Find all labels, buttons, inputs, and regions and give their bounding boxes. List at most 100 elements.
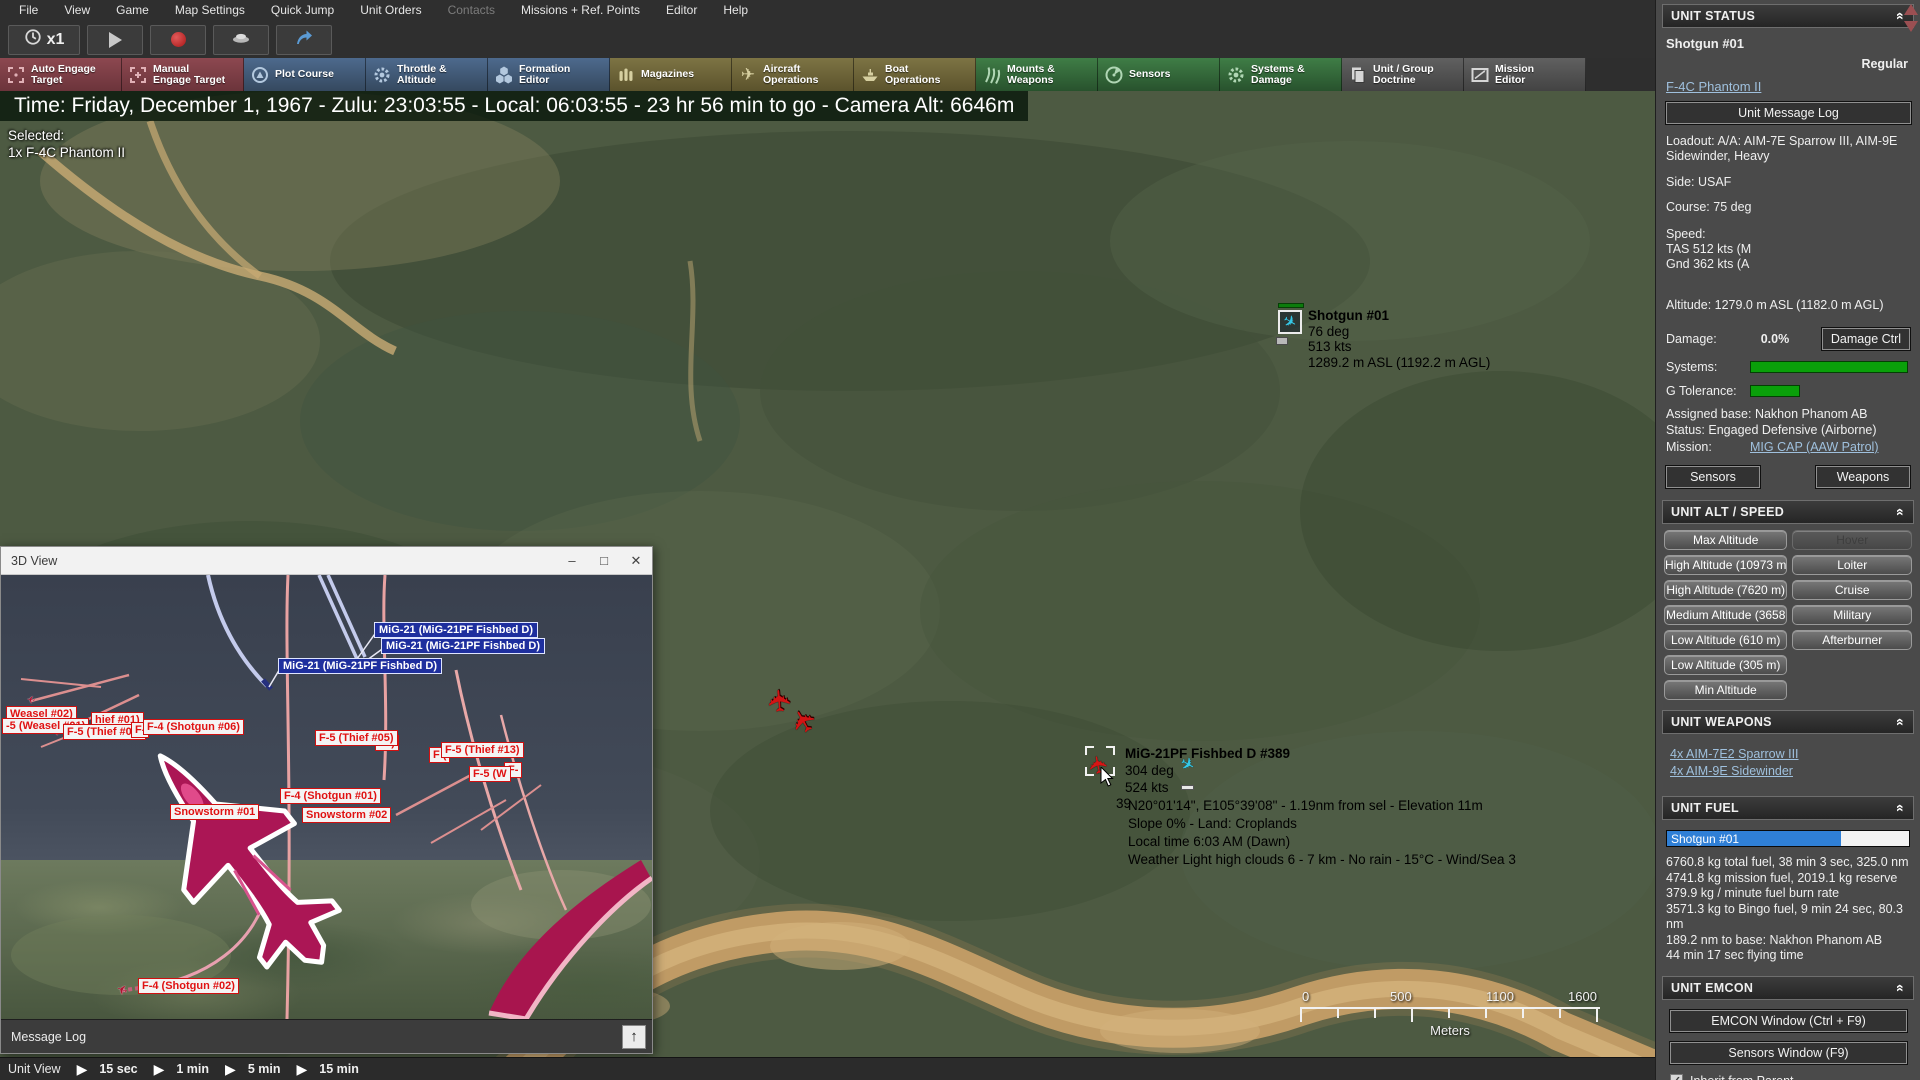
interval-1min[interactable]: 1 min bbox=[176, 1062, 209, 1076]
min-altitude-button[interactable]: Min Altitude bbox=[1664, 680, 1788, 700]
record-button[interactable] bbox=[150, 24, 206, 55]
medium-altitude-button[interactable]: Medium Altitude (3658 bbox=[1664, 605, 1788, 625]
friendly-unit-icon[interactable]: ✈ bbox=[1278, 310, 1302, 334]
jump-to-button[interactable] bbox=[276, 24, 332, 55]
mission-editor-icon bbox=[1470, 65, 1490, 85]
menu-help[interactable]: Help bbox=[710, 0, 761, 21]
sensors-button[interactable]: Sensors bbox=[1665, 465, 1761, 489]
menu-map-settings[interactable]: Map Settings bbox=[162, 0, 258, 21]
menu-game[interactable]: Game bbox=[103, 0, 162, 21]
formation-editor-button[interactable]: Formation Editor bbox=[488, 58, 610, 91]
unit-name: Shotgun #01 bbox=[1666, 36, 1745, 51]
damage-value: 0.0% bbox=[1760, 332, 1790, 346]
collapse-chevron-icon[interactable]: « bbox=[1893, 804, 1909, 812]
time-compression-button[interactable]: x1 bbox=[8, 24, 80, 55]
weapons-button[interactable]: Weapons bbox=[1815, 465, 1911, 489]
scale-tick-label: 0 bbox=[1302, 989, 1310, 1004]
high-altitude-10973-button[interactable]: High Altitude (10973 m bbox=[1664, 555, 1788, 575]
collapse-chevron-icon[interactable]: « bbox=[1893, 508, 1909, 516]
window-title: 3D View bbox=[11, 553, 58, 568]
menu-editor[interactable]: Editor bbox=[653, 0, 710, 21]
damage-ctrl-button[interactable]: Damage Ctrl bbox=[1821, 327, 1911, 351]
plot-course-button[interactable]: Plot Course bbox=[244, 58, 366, 91]
menu-unit-orders[interactable]: Unit Orders bbox=[347, 0, 434, 21]
play-arrow-icon: ▶ bbox=[153, 1060, 165, 1077]
expand-message-log-button[interactable]: ↑ bbox=[622, 1024, 646, 1049]
magazines-button[interactable]: Magazines bbox=[610, 58, 732, 91]
3d-view-window[interactable]: 3D View – □ ✕ ✈ ✈ MiG-21 (MiG-21PF Fishb… bbox=[0, 546, 653, 1054]
gear-icon bbox=[1226, 65, 1246, 85]
3d-view-titlebar[interactable]: 3D View – □ ✕ bbox=[1, 547, 652, 575]
throttle-altitude-button[interactable]: Throttle & Altitude bbox=[366, 58, 488, 91]
close-button[interactable]: ✕ bbox=[620, 547, 652, 575]
tactical-map[interactable]: Time: Friday, December 1, 1967 - Zulu: 2… bbox=[0, 91, 1655, 1057]
menu-quick-jump[interactable]: Quick Jump bbox=[258, 0, 347, 21]
menu-view[interactable]: View bbox=[51, 0, 103, 21]
play-button[interactable] bbox=[87, 24, 143, 55]
interval-15sec[interactable]: 15 sec bbox=[99, 1062, 137, 1076]
boat-operations-button[interactable]: Boat Operations bbox=[854, 58, 976, 91]
inherit-from-parent-row[interactable]: ✓ Inherit from Parent bbox=[1670, 1074, 1906, 1080]
minimize-button[interactable]: – bbox=[556, 547, 588, 575]
3d-label-thief13: F-5 (Thief #13) bbox=[441, 742, 524, 758]
btn-line: Doctrine bbox=[1373, 73, 1416, 86]
tooltip-local-time: Local time 6:03 AM (Dawn) bbox=[1128, 834, 1291, 849]
systems-damage-button[interactable]: Systems & Damage bbox=[1220, 58, 1342, 91]
hostile-aircraft-icon[interactable]: ✈ bbox=[762, 686, 799, 715]
sensors-button-ribbon[interactable]: Sensors bbox=[1098, 58, 1220, 91]
aircraft-operations-button[interactable]: ✈ Aircraft Operations bbox=[732, 58, 854, 91]
btn-line: Target bbox=[31, 73, 63, 86]
mounts-weapons-button[interactable]: Mounts & Weapons bbox=[976, 58, 1098, 91]
unit-status-header[interactable]: UNIT STATUS « bbox=[1662, 4, 1914, 28]
unit-fuel-header[interactable]: UNIT FUEL « bbox=[1662, 796, 1914, 820]
recorder-icon bbox=[231, 27, 251, 52]
afterburner-button[interactable]: Afterburner bbox=[1792, 630, 1912, 650]
contact-course: 304 deg bbox=[1125, 763, 1174, 778]
weapon-link-aim7[interactable]: 4x AIM-7E2 Sparrow III bbox=[1670, 747, 1799, 761]
speed-label: Speed: bbox=[1666, 227, 1706, 241]
interval-15min[interactable]: 15 min bbox=[319, 1062, 359, 1076]
maximize-button[interactable]: □ bbox=[588, 547, 620, 575]
menu-file[interactable]: File bbox=[6, 0, 51, 21]
military-button[interactable]: Military bbox=[1792, 605, 1912, 625]
loiter-button[interactable]: Loiter bbox=[1792, 555, 1912, 575]
unit-emcon-header[interactable]: UNIT EMCON « bbox=[1662, 975, 1914, 1000]
checkbox-checked-icon[interactable]: ✓ bbox=[1670, 1074, 1683, 1080]
cruise-button[interactable]: Cruise bbox=[1792, 580, 1912, 600]
unit-message-log-button[interactable]: Unit Message Log bbox=[1665, 101, 1912, 125]
unit-data-label: Shotgun #01 76 deg 513 kts 1289.2 m ASL … bbox=[1308, 308, 1490, 370]
collapse-chevron-icon[interactable]: « bbox=[1893, 984, 1909, 992]
max-altitude-button[interactable]: Max Altitude bbox=[1664, 530, 1788, 550]
emcon-window-button[interactable]: EMCON Window (Ctrl + F9) bbox=[1669, 1008, 1908, 1033]
unit-weapons-header[interactable]: UNIT WEAPONS « bbox=[1662, 710, 1914, 734]
mission-link[interactable]: MIG CAP (AAW Patrol) bbox=[1750, 440, 1879, 454]
high-altitude-7620-button[interactable]: High Altitude (7620 m) bbox=[1664, 580, 1788, 600]
scroll-down-icon[interactable] bbox=[1904, 21, 1918, 32]
unit-type-link[interactable]: F-4C Phantom II bbox=[1666, 79, 1910, 94]
altitude-text: Altitude: 1279.0 m ASL (1182.0 m AGL) bbox=[1666, 298, 1884, 312]
collapse-chevron-icon[interactable]: « bbox=[1893, 718, 1909, 726]
scale-unit-label: Meters bbox=[1430, 1023, 1470, 1038]
interval-5min[interactable]: 5 min bbox=[248, 1062, 281, 1076]
radar-icon bbox=[1104, 65, 1124, 85]
sidebar-scrollbar[interactable] bbox=[1904, 4, 1918, 38]
unit-name: Shotgun #01 bbox=[1308, 308, 1390, 323]
low-altitude-305-button[interactable]: Low Altitude (305 m) bbox=[1664, 655, 1788, 675]
auto-engage-target-button[interactable]: Auto Engage Target bbox=[0, 58, 122, 91]
unit-group-doctrine-button[interactable]: Unit / Group Doctrine bbox=[1342, 58, 1464, 91]
recorder-button[interactable] bbox=[213, 24, 269, 55]
sensors-window-button[interactable]: Sensors Window (F9) bbox=[1669, 1040, 1908, 1065]
btn-line: Mounts & bbox=[1007, 62, 1055, 75]
btn-line: Operations bbox=[763, 73, 819, 86]
btn-line: Unit / Group bbox=[1373, 62, 1434, 75]
unit-alt-speed-header[interactable]: UNIT ALT / SPEED « bbox=[1662, 500, 1914, 524]
section-title: UNIT EMCON bbox=[1671, 980, 1754, 995]
manual-engage-target-button[interactable]: Manual Engage Target bbox=[122, 58, 244, 91]
collapse-chevron-icon[interactable]: « bbox=[1893, 12, 1909, 20]
low-altitude-610-button[interactable]: Low Altitude (610 m) bbox=[1664, 630, 1788, 650]
damage-row: Damage: 0.0% Damage Ctrl bbox=[1666, 327, 1911, 351]
mission-editor-button[interactable]: Mission Editor bbox=[1464, 58, 1586, 91]
3d-viewport[interactable]: ✈ ✈ ✈ MiG-21 (MiG-21PF Fishbed D) MiG-21… bbox=[1, 575, 652, 1019]
menu-missions-ref-points[interactable]: Missions + Ref. Points bbox=[508, 0, 653, 21]
weapon-link-aim9[interactable]: 4x AIM-9E Sidewinder bbox=[1670, 764, 1793, 778]
